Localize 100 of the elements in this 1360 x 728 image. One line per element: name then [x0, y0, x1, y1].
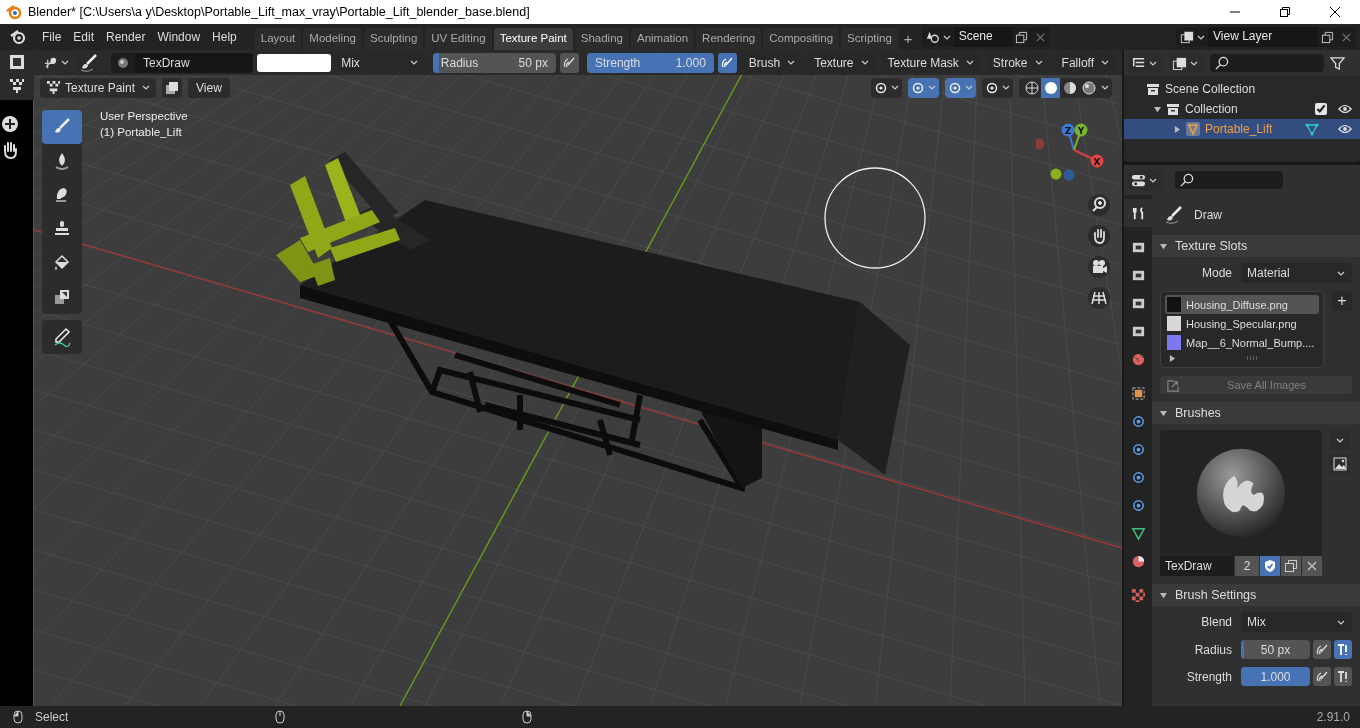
- eye-icon[interactable]: [1338, 124, 1352, 134]
- expanded-arrow-icon[interactable]: [1154, 105, 1161, 113]
- workspace-tab[interactable]: Layout: [254, 28, 302, 50]
- expand-arrow-icon[interactable]: [1169, 354, 1176, 362]
- texture-slot[interactable]: Housing_Diffuse.png: [1165, 295, 1319, 314]
- resize-grip-icon[interactable]: [1246, 356, 1258, 360]
- brush-selector[interactable]: TexDraw: [111, 52, 254, 73]
- search-field[interactable]: [1210, 54, 1324, 72]
- square-icon: [1130, 385, 1146, 401]
- workspace-tab[interactable]: Scripting: [841, 28, 898, 50]
- panel-header[interactable]: Brush Settings: [1152, 584, 1360, 606]
- workspace-tab[interactable]: Animation: [630, 28, 695, 50]
- menu-item[interactable]: File: [38, 27, 68, 47]
- copy-button[interactable]: [1281, 556, 1301, 576]
- outliner-label: Scene Collection: [1165, 82, 1256, 96]
- workspace-tab[interactable]: Sculpting: [363, 28, 424, 50]
- workspace-tab[interactable]: UV Editing: [425, 28, 492, 50]
- menu-item[interactable]: Window: [153, 27, 207, 47]
- filter-icon[interactable]: [1330, 55, 1345, 71]
- texture-slot[interactable]: Housing_Specular.png: [1165, 314, 1319, 333]
- mouse-icon: [275, 710, 286, 724]
- object-name: (1) Portable_Lift: [100, 126, 183, 138]
- panel-header[interactable]: Brushes: [1152, 402, 1360, 424]
- mask-toggle[interactable]: [162, 77, 182, 98]
- outliner-item[interactable]: Scene Collection: [1124, 79, 1360, 99]
- brush-name-field[interactable]: TexDraw: [1160, 556, 1234, 576]
- image-button[interactable]: [1330, 454, 1350, 474]
- workspace-tab[interactable]: Rendering: [696, 28, 762, 50]
- copy-icon[interactable]: [1014, 30, 1028, 44]
- caret-icon: [1149, 60, 1157, 66]
- pressure-toggle[interactable]: [1313, 640, 1331, 659]
- outliner-item[interactable]: Portable_Lift: [1124, 119, 1360, 139]
- unified-paint-icon: [1336, 669, 1350, 684]
- workspace-tab[interactable]: Shading: [574, 28, 629, 50]
- ring-icon: [985, 80, 999, 95]
- pressure-toggle[interactable]: [1313, 667, 1331, 686]
- checker-brush-icon[interactable]: [9, 78, 25, 94]
- mode-dropdown[interactable]: Material: [1241, 263, 1352, 283]
- eye-icon[interactable]: [1338, 104, 1352, 114]
- viewport-toggle[interactable]: [871, 77, 902, 98]
- pressure-toggle[interactable]: [559, 52, 579, 73]
- view-layer-selector[interactable]: View Layer: [1176, 27, 1356, 47]
- mode-selector[interactable]: Texture Paint: [40, 77, 156, 98]
- close-icon[interactable]: [1329, 6, 1341, 18]
- scene-selector[interactable]: Scene: [921, 27, 1050, 47]
- strength-slider[interactable]: Strength 1.000: [586, 52, 714, 73]
- properties-tab[interactable]: [1124, 199, 1152, 227]
- collapsed-arrow-icon[interactable]: [1174, 125, 1181, 133]
- workspace-tab[interactable]: Compositing: [763, 28, 840, 50]
- workspace-tab[interactable]: Texture Paint: [493, 28, 573, 50]
- unlink-button[interactable]: [1302, 556, 1322, 576]
- navigation-gizmo[interactable]: Z Y X: [1036, 120, 1116, 190]
- grid-icon[interactable]: [1087, 286, 1111, 310]
- unified-toggle[interactable]: [1334, 640, 1352, 659]
- paint-tool-button[interactable]: [42, 110, 82, 144]
- viewport-toggle[interactable]: [982, 77, 1013, 98]
- collection-box-icon: [1146, 82, 1160, 96]
- pressure-toggle[interactable]: [717, 52, 737, 73]
- viewport-toggle[interactable]: [908, 77, 939, 98]
- copy-icon[interactable]: [1321, 30, 1334, 44]
- hand-icon[interactable]: [1087, 224, 1111, 248]
- display-mode-selector[interactable]: [1128, 53, 1163, 73]
- view-menu[interactable]: View: [188, 77, 230, 98]
- field-label: Strength: [1185, 669, 1233, 684]
- menu-item[interactable]: Help: [208, 27, 243, 47]
- add-workspace-button[interactable]: +: [899, 28, 917, 50]
- zoom-icon[interactable]: [1087, 193, 1111, 217]
- radius-slider[interactable]: 50 px: [1241, 640, 1310, 659]
- checkbox[interactable]: [1315, 103, 1327, 115]
- expanded-arrow-icon: [1160, 242, 1167, 250]
- sphere-icon: [1130, 553, 1146, 569]
- zoom-icon[interactable]: [0, 114, 20, 134]
- blend-dropdown[interactable]: Mix: [1241, 612, 1352, 632]
- menu-item[interactable]: Render: [102, 27, 152, 47]
- maximize-icon[interactable]: [1279, 6, 1291, 18]
- radius-slider[interactable]: Radius 50 px: [432, 52, 556, 73]
- strength-slider[interactable]: 1.000: [1241, 667, 1310, 686]
- pen-pressure-icon: [1315, 669, 1329, 684]
- menu-item[interactable]: Edit: [69, 27, 101, 47]
- viewport-toggle[interactable]: [945, 77, 976, 98]
- color-swatch[interactable]: [257, 53, 332, 72]
- shading-mode-button[interactable]: [1041, 77, 1060, 98]
- brush-preview[interactable]: [1160, 430, 1322, 556]
- filter-selector[interactable]: [1169, 53, 1204, 73]
- texture-slot[interactable]: Map__6_Normal_Bump....: [1165, 333, 1319, 352]
- search-field[interactable]: [1175, 171, 1283, 189]
- image-editor-icon[interactable]: [9, 54, 25, 70]
- caret-icon: [942, 34, 951, 40]
- caret-icon: [787, 60, 796, 65]
- add-button[interactable]: +: [1332, 291, 1352, 311]
- workspace-tab[interactable]: Modeling: [303, 28, 362, 50]
- editor-type-selector[interactable]: [1128, 170, 1163, 190]
- unified-toggle[interactable]: [1334, 667, 1352, 686]
- fake-user-toggle[interactable]: [1260, 556, 1280, 576]
- pencil-icon: [52, 327, 72, 347]
- caret-icon: [142, 85, 151, 90]
- outliner-item[interactable]: Collection: [1124, 99, 1360, 119]
- user-count[interactable]: 2: [1235, 556, 1259, 576]
- panel-header[interactable]: Texture Slots: [1152, 235, 1360, 257]
- blender-logo-icon[interactable]: [10, 29, 26, 45]
